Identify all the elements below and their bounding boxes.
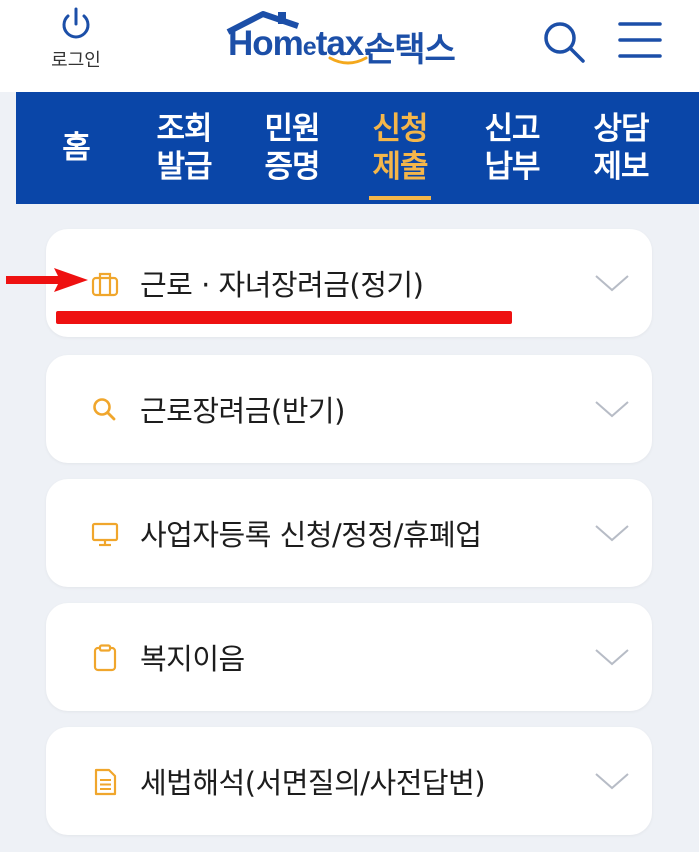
chevron-down-icon [595, 401, 629, 418]
menu-item-label: 사업자등록 신청/정정/휴폐업 [140, 518, 482, 552]
search-icon [93, 398, 116, 421]
menu-item-welfare[interactable]: 복지이음 [46, 603, 652, 711]
login-button[interactable]: 로그인 [40, 4, 112, 72]
nav-tab-civil[interactable]: 민원 증명 [252, 92, 332, 204]
active-tab-indicator [369, 196, 431, 200]
menu-item-label: 세법해석(서면질의/사전답변) [140, 766, 486, 800]
nav-tab-label: 조회 발급 [156, 111, 212, 185]
nav-tab-report[interactable]: 신고 납부 [472, 92, 552, 204]
nav-tab-inquiry[interactable]: 조회 발급 [144, 92, 224, 204]
logo-brand: 손택스 [364, 30, 456, 70]
nav-tab-label: 민원 증명 [264, 111, 320, 185]
app-header: 로그인 Hometax. 손택스 [0, 0, 699, 92]
swoosh-icon [328, 56, 368, 65]
nav-tab-label: 홈 [62, 130, 91, 166]
login-label: 로그인 [51, 50, 101, 71]
chevron-down-icon [595, 773, 629, 790]
chevron-down-icon [595, 525, 629, 542]
hometax-logo[interactable]: Hometax. 손택스 [218, 8, 480, 70]
search-icon [544, 22, 585, 63]
nav-tab-label: 신고 납부 [484, 111, 540, 185]
hamburger-icon [618, 22, 662, 58]
document-icon [94, 768, 117, 796]
search-button[interactable] [540, 18, 588, 66]
clipboard-icon [93, 644, 117, 672]
logo-text-e: e [302, 33, 317, 61]
menu-list: 근로 · 자녀장려금(정기) 근로장려금(반기) 사업자등록 신청/정정/휴폐업 [0, 204, 699, 852]
nav-tab-apply[interactable]: 신청 제출 [360, 92, 440, 204]
monitor-icon [91, 522, 119, 547]
nav-tab-label: 신청 제출 [372, 111, 428, 185]
nav-tab-label: 상담 제보 [593, 111, 649, 185]
menu-item-label: 근로장려금(반기) [140, 394, 345, 428]
menu-item-business-registration[interactable]: 사업자등록 신청/정정/휴폐업 [46, 479, 652, 587]
menu-item-tax-interpretation[interactable]: 세법해석(서면질의/사전답변) [46, 727, 652, 835]
menu-item-label: 복지이음 [140, 642, 245, 676]
menu-button[interactable] [616, 18, 664, 64]
logo-text-a: Hom [228, 24, 304, 63]
annotation-arrow-icon [6, 268, 88, 292]
nav-tab-consult[interactable]: 상담 제보 [581, 92, 661, 204]
menu-item-label: 근로 · 자녀장려금(정기) [140, 268, 424, 302]
annotation-underline [56, 311, 512, 324]
nav-tab-home[interactable]: 홈 [38, 92, 114, 204]
power-icon [62, 7, 90, 39]
menu-item-earned-credit-half[interactable]: 근로장려금(반기) [46, 355, 652, 463]
chevron-down-icon [595, 649, 629, 666]
briefcase-icon [91, 272, 119, 297]
main-nav: 홈 조회 발급 민원 증명 신청 제출 신고 납부 상담 제보 [16, 92, 699, 204]
chevron-down-icon [595, 275, 629, 292]
